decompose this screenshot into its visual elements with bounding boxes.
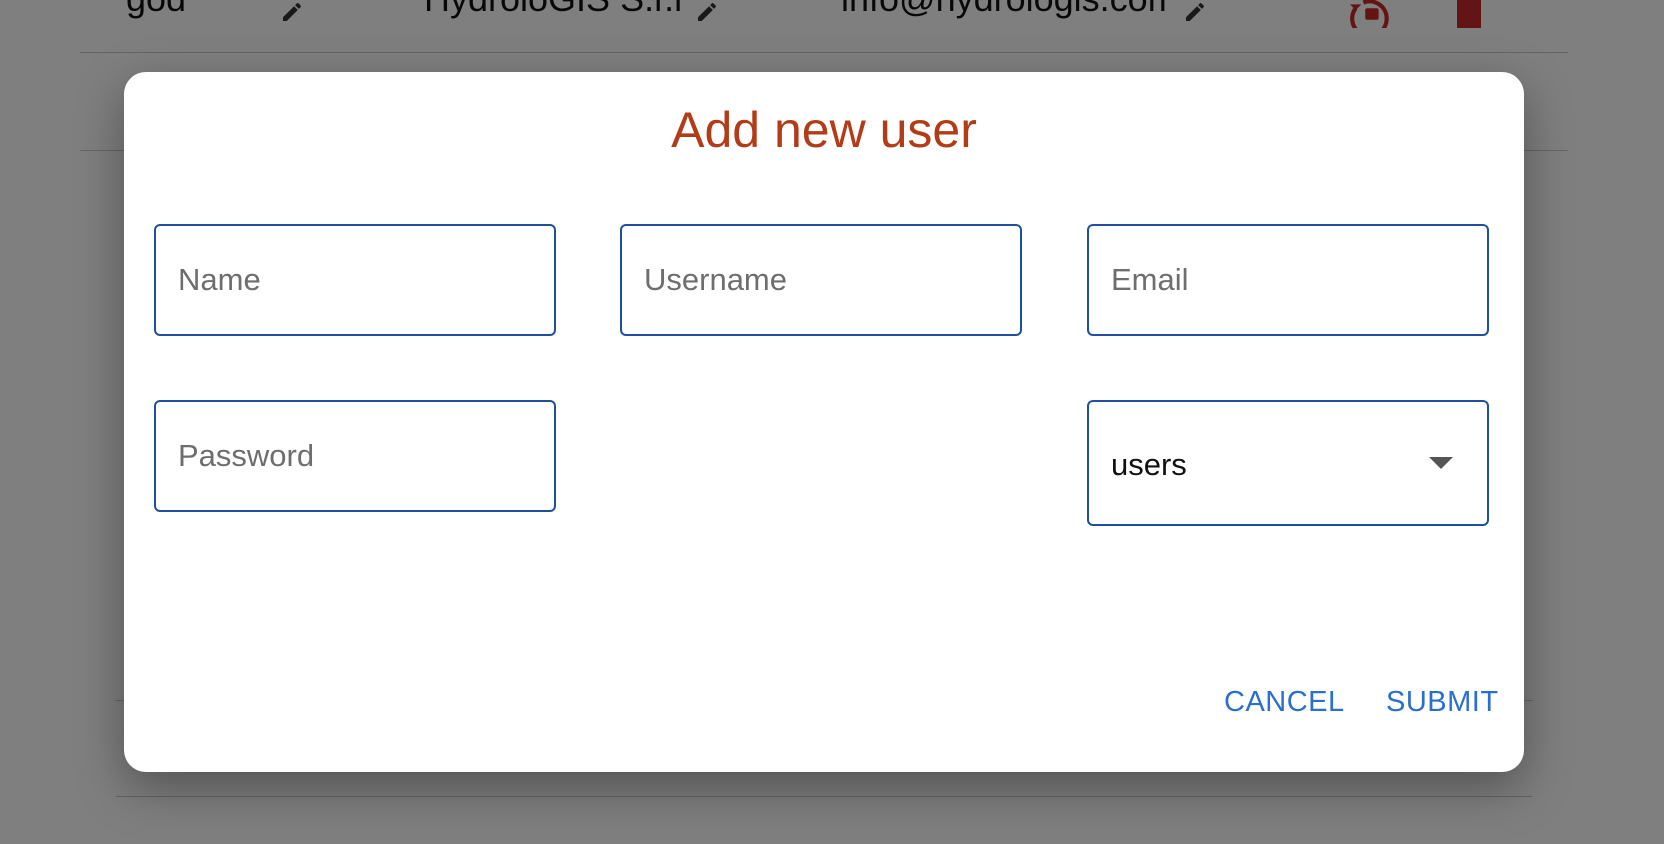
password-input[interactable] <box>178 402 540 510</box>
role-select[interactable]: users <box>1087 400 1489 526</box>
username-field[interactable] <box>620 224 1022 336</box>
cancel-button[interactable]: CANCEL <box>1224 682 1345 722</box>
name-input[interactable] <box>178 226 540 334</box>
username-input[interactable] <box>644 226 1006 334</box>
submit-button[interactable]: SUBMIT <box>1386 682 1499 722</box>
password-field[interactable] <box>154 400 556 512</box>
add-user-dialog: Add new user users CANCEL SUBMIT <box>124 72 1524 772</box>
dropdown-caret-icon[interactable] <box>1429 457 1453 469</box>
email-field[interactable] <box>1087 224 1489 336</box>
role-select-value: users <box>1111 447 1187 482</box>
dialog-title: Add new user <box>671 102 977 158</box>
name-field[interactable] <box>154 224 556 336</box>
email-input[interactable] <box>1111 226 1473 334</box>
